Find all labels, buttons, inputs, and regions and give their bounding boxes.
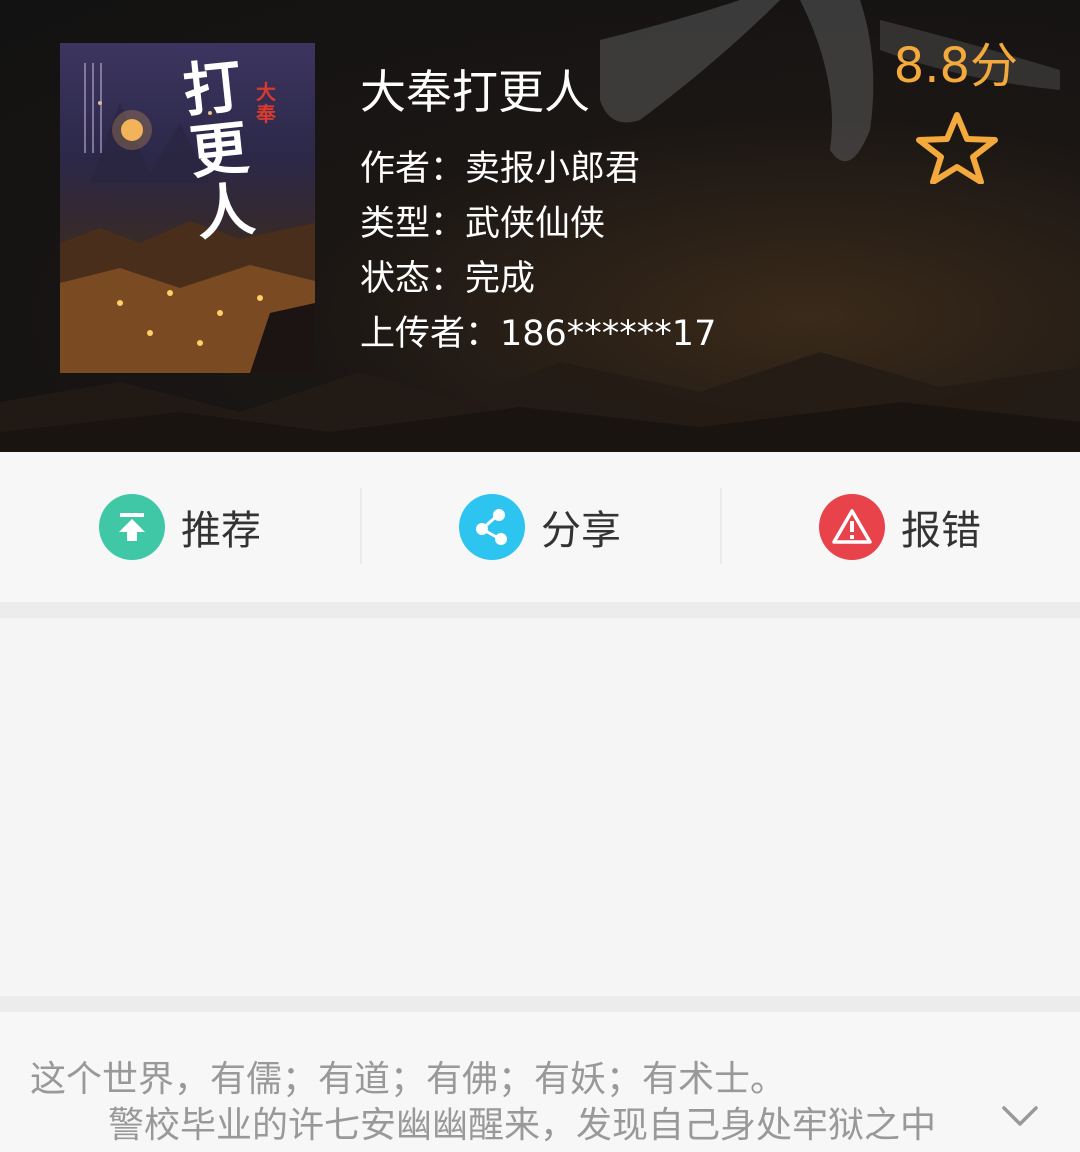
- book-description[interactable]: 这个世界，有儒；有道；有佛；有妖；有术士。 警校毕业的许七安幽幽醒来，发现自己身…: [0, 1012, 1080, 1152]
- warning-icon: [819, 494, 885, 560]
- star-outline-icon: [916, 112, 998, 185]
- book-genre: 类型：武侠仙侠: [360, 204, 606, 244]
- share-button[interactable]: 分享: [360, 452, 720, 602]
- book-uploader: 上传者：186******17: [360, 314, 717, 354]
- content-area: [0, 618, 1080, 996]
- favorite-button[interactable]: [914, 112, 1000, 185]
- report-error-label: 报错: [901, 508, 981, 554]
- book-status: 状态：完成: [360, 259, 536, 299]
- description-line: 这个世界，有儒；有道；有佛；有妖；有术士。: [30, 1059, 787, 1100]
- share-icon: [459, 494, 525, 560]
- book-score: 8.8分: [893, 38, 1018, 94]
- book-title: 大奉打更人: [360, 65, 590, 119]
- description-line: 警校毕业的许七安幽幽醒来，发现自己身处牢狱之中: [108, 1105, 937, 1146]
- recommend-label: 推荐: [181, 508, 261, 554]
- section-divider: [0, 996, 1080, 1012]
- book-cover[interactable]: 打更人 大奉: [60, 43, 315, 373]
- report-error-button[interactable]: 报错: [720, 452, 1080, 602]
- section-divider: [0, 602, 1080, 618]
- action-bar: 推荐 分享 报错: [0, 452, 1080, 602]
- cover-badge-text: 大奉: [256, 80, 276, 126]
- recommend-button[interactable]: 推荐: [0, 452, 360, 602]
- upload-arrow-icon: [99, 494, 165, 560]
- chevron-down-icon[interactable]: [1000, 1100, 1040, 1132]
- book-author: 作者：卖报小郎君: [360, 149, 641, 189]
- share-label: 分享: [541, 508, 621, 554]
- book-header: 打更人 大奉 大奉打更人 作者：卖报小郎君 类型：武侠仙侠 状态：完成 上传者：…: [0, 0, 1080, 452]
